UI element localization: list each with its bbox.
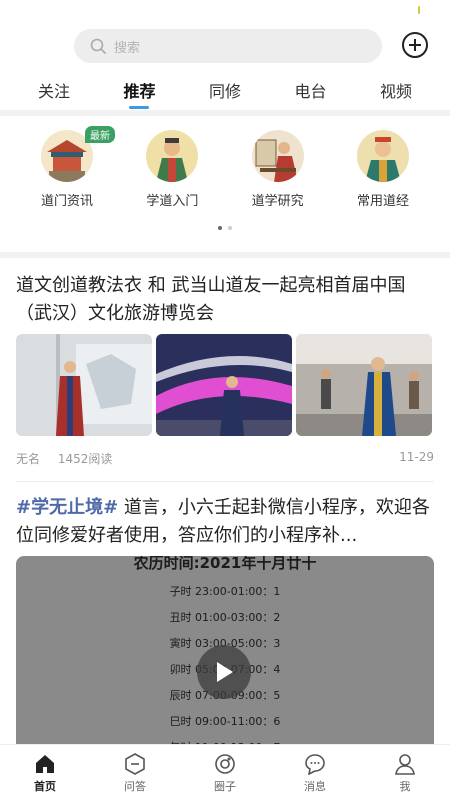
nav-messages[interactable]: 消息: [285, 753, 345, 800]
article-title[interactable]: 道文创道教法衣 和 武当山道友一起亮相首届中国（武汉）文化旅游博览会: [16, 272, 434, 328]
category-research[interactable]: 道学研究: [235, 130, 321, 240]
status-bar: [0, 0, 450, 22]
search-input[interactable]: 搜索: [74, 29, 382, 63]
top-tabs: 关注 推荐 同修 电台 视频: [0, 70, 450, 110]
qa-icon: [125, 753, 145, 775]
user-icon: [395, 754, 415, 775]
tab-follow[interactable]: 关注: [38, 78, 70, 102]
section-divider: [0, 252, 450, 258]
indicator-dot: [228, 226, 232, 230]
video-caption-line: 子时 23:00-01:00：1: [169, 585, 281, 598]
post-card[interactable]: #学无止境# 道言，小六壬起卦微信小程序，欢迎各位同修爱好者使用，答应你们的小程…: [0, 494, 450, 766]
video-player[interactable]: 农历时间:2021年十月廿十 子时 23:00-01:00：1 丑时 01:00…: [16, 556, 434, 766]
category-label: 常用道经: [356, 194, 409, 209]
play-icon: [217, 662, 233, 682]
search-placeholder: 搜索: [114, 40, 141, 56]
article-images: [16, 334, 434, 436]
add-button[interactable]: [402, 32, 428, 58]
tab-video[interactable]: 视频: [380, 78, 412, 102]
tab-radio[interactable]: 电台: [294, 78, 326, 102]
category-news-image: 最新: [41, 126, 115, 182]
category-label: 道门资讯: [40, 194, 93, 209]
tab-recommend[interactable]: 推荐: [123, 78, 155, 102]
home-icon: [36, 755, 54, 773]
nav-me[interactable]: 我: [375, 753, 435, 800]
tab-fellow[interactable]: 同修: [209, 78, 241, 102]
nav-label: 消息: [304, 780, 326, 793]
article-date: 11-29: [399, 450, 434, 464]
post-text[interactable]: #学无止境# 道言，小六壬起卦微信小程序，欢迎各位同修爱好者使用，答应你们的小程…: [16, 494, 434, 550]
nav-label: 我: [399, 780, 411, 793]
search-icon: [90, 38, 106, 54]
video-caption-line: 巳时 09:00-11:00：6: [169, 715, 281, 728]
article-card[interactable]: 道文创道教法衣 和 武当山道友一起亮相首届中国（武汉）文化旅游博览会 无名 14…: [0, 272, 450, 467]
category-beginner[interactable]: 学道入门: [129, 130, 215, 240]
article-meta: 无名 1452阅读 11-29: [16, 450, 434, 467]
circle-icon: [215, 754, 235, 774]
article-reads: 1452阅读: [57, 452, 113, 466]
article-author: 无名: [16, 452, 41, 466]
category-beginner-image: [146, 130, 199, 182]
video-caption-title: 农历时间:2021年十月廿十: [133, 556, 317, 572]
play-button[interactable]: [197, 645, 251, 699]
article-divider: [16, 481, 434, 482]
nav-label: 问答: [124, 780, 146, 793]
category-label: 道学研究: [251, 194, 304, 209]
nav-circle[interactable]: 圈子: [195, 753, 255, 800]
plus-icon: [409, 39, 421, 51]
category-scriptures-image: [356, 130, 409, 182]
category-carousel: 最新 道门资讯 学道入门 道学研究 常用道经: [0, 116, 450, 240]
new-badge: 最新: [85, 126, 115, 143]
status-indicator: [418, 6, 420, 14]
category-scriptures[interactable]: 常用道经: [340, 130, 426, 240]
category-research-image: [251, 130, 304, 182]
nav-label: 首页: [34, 780, 56, 793]
video-caption-line: 丑时 01:00-03:00：2: [169, 611, 281, 624]
article-image[interactable]: [16, 334, 152, 436]
article-image[interactable]: [296, 334, 432, 436]
chat-icon: [305, 754, 325, 775]
bottom-nav: 首页 问答 圈子 消息 我: [0, 744, 450, 800]
search-row: 搜索: [0, 22, 450, 70]
category-label: 学道入门: [146, 194, 199, 209]
nav-home[interactable]: 首页: [15, 753, 75, 800]
category-news[interactable]: 最新 道门资讯: [24, 126, 115, 240]
nav-label: 圈子: [214, 780, 236, 793]
nav-qa[interactable]: 问答: [105, 753, 165, 800]
post-topic-tag[interactable]: #学无止境#: [16, 497, 118, 518]
app-root: 搜索 关注 推荐 同修 电台 视频 最新 道门资讯 学道入门 道学研究 常用道经…: [0, 0, 450, 800]
indicator-dot-active: [218, 226, 222, 230]
article-image[interactable]: [156, 334, 292, 436]
